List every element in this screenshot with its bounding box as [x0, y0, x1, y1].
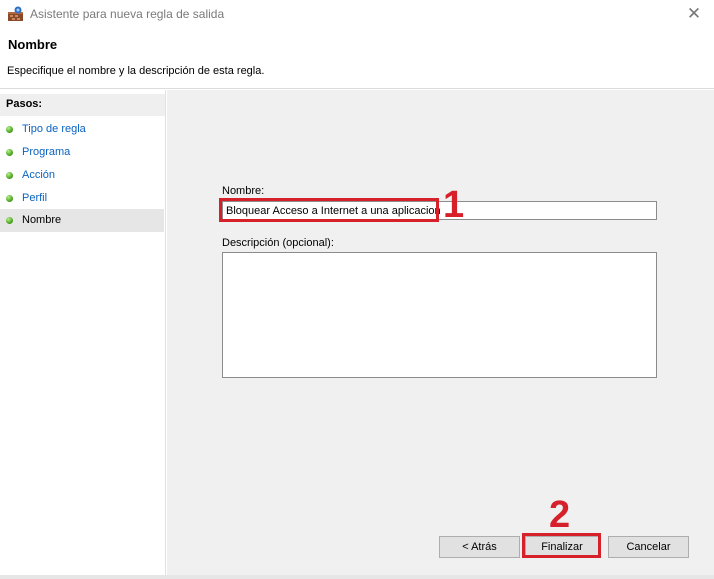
steps-panel: Pasos: Tipo de regla Programa Acción Per…	[0, 90, 166, 579]
annotation-marker-1: 1	[443, 184, 465, 226]
step-label[interactable]: Tipo de regla	[22, 123, 86, 135]
step-label[interactable]: Perfil	[22, 192, 47, 204]
window-title: Asistente para nueva regla de salida	[30, 7, 225, 21]
title-bar: Asistente para nueva regla de salida ✕	[0, 0, 714, 28]
back-button[interactable]: < Atrás	[439, 536, 520, 558]
step-item-nombre[interactable]: Nombre	[0, 209, 164, 232]
name-field-label: Nombre:	[222, 185, 265, 197]
page-title: Nombre	[8, 37, 58, 52]
name-field[interactable]	[222, 201, 657, 220]
firewall-wizard-icon	[8, 6, 23, 21]
finish-button[interactable]: Finalizar	[525, 536, 599, 558]
bottom-strip	[0, 575, 714, 579]
annotation-marker-2: 2	[549, 494, 571, 536]
step-status-icon	[6, 126, 13, 133]
step-status-icon	[6, 195, 13, 202]
step-item-tipo-de-regla[interactable]: Tipo de regla	[0, 118, 164, 141]
description-field[interactable]	[222, 252, 657, 378]
step-status-icon	[6, 217, 13, 224]
step-item-programa[interactable]: Programa	[0, 141, 164, 164]
step-label[interactable]: Acción	[22, 169, 55, 181]
page-description: Especifique el nombre y la descripción d…	[7, 65, 265, 77]
step-label: Nombre	[22, 214, 62, 226]
description-field-label: Descripción (opcional):	[222, 237, 334, 249]
cancel-button[interactable]: Cancelar	[608, 536, 689, 558]
step-status-icon	[6, 172, 13, 179]
wizard-header: Nombre Especifique el nombre y la descri…	[0, 28, 714, 89]
close-icon[interactable]: ✕	[684, 4, 704, 24]
steps-heading: Pasos:	[0, 94, 165, 116]
step-label[interactable]: Programa	[22, 146, 70, 158]
step-item-perfil[interactable]: Perfil	[0, 187, 164, 210]
step-item-accion[interactable]: Acción	[0, 164, 164, 187]
step-status-icon	[6, 149, 13, 156]
